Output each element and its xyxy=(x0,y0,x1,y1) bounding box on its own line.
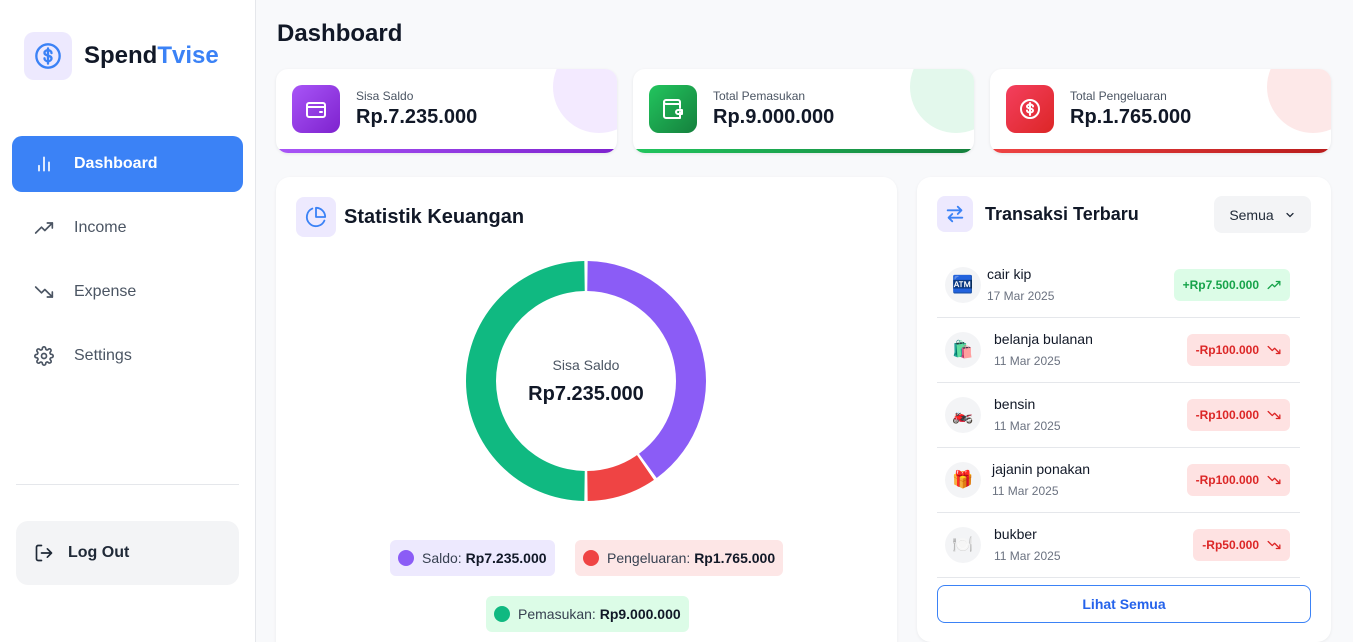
swap-arrows-icon xyxy=(937,196,973,232)
stats-panel: Statistik Keuangan Sisa Saldo Rp7.235.00… xyxy=(276,177,897,642)
expense-card: Total Pengeluaran Rp.1.765.000 xyxy=(990,69,1331,153)
legend-dot xyxy=(583,550,599,566)
donut-center: Sisa Saldo Rp7.235.000 xyxy=(466,261,706,501)
dollar-circle-icon xyxy=(24,32,72,80)
shopping-bag-icon: 🛍️ xyxy=(945,332,981,368)
transaction-amount: -Rp50.000 xyxy=(1193,529,1290,561)
transaction-row[interactable]: 🏍️ bensin 11 Mar 2025 -Rp100.000 xyxy=(937,383,1300,448)
transaction-amount: -Rp100.000 xyxy=(1186,334,1290,366)
transaction-row[interactable]: 🎁 jajanin ponakan 11 Mar 2025 -Rp100.000 xyxy=(937,448,1300,513)
transaction-name: belanja bulanan xyxy=(994,331,1093,347)
legend-text: Saldo: Rp7.235.000 xyxy=(422,550,547,566)
brand-name: SpendTvise xyxy=(84,42,219,69)
transaction-date: 11 Mar 2025 xyxy=(994,549,1061,563)
transactions-header: Transaksi Terbaru xyxy=(937,196,1139,232)
sidebar-item-label: Dashboard xyxy=(74,155,158,172)
bar-chart-icon xyxy=(38,156,50,172)
donut-center-value: Rp7.235.000 xyxy=(528,382,644,405)
pie-chart-icon xyxy=(296,197,336,237)
transaction-name: cair kip xyxy=(987,266,1032,282)
chevron-down-icon xyxy=(1286,212,1294,217)
income-card: Total Pemasukan Rp.9.000.000 xyxy=(633,69,974,153)
transaction-row[interactable]: 🍽️ bukber 11 Mar 2025 -Rp50.000 xyxy=(937,513,1300,578)
card-accent-bar xyxy=(276,149,617,153)
trending-down-icon xyxy=(1267,410,1281,420)
see-all-button[interactable]: Lihat Semua xyxy=(937,585,1311,623)
page-title: Dashboard xyxy=(277,20,403,47)
transaction-date: 11 Mar 2025 xyxy=(994,354,1061,368)
trending-down-icon xyxy=(34,286,54,298)
trending-down-icon xyxy=(1267,345,1281,355)
card-decoration xyxy=(1267,69,1331,133)
gear-icon xyxy=(34,346,54,366)
transaction-amount: +Rp7.500.000 xyxy=(1173,269,1290,301)
transaction-amount: -Rp100.000 xyxy=(1186,399,1290,431)
sidebar-divider xyxy=(16,484,239,485)
card-value: Rp.1.765.000 xyxy=(1070,106,1192,128)
motorcycle-icon: 🏍️ xyxy=(945,397,981,433)
transaction-name: jajanin ponakan xyxy=(992,461,1091,477)
donut-center-label: Sisa Saldo xyxy=(552,356,620,373)
legend-dot xyxy=(494,606,510,622)
trending-down-icon xyxy=(1267,540,1281,550)
card-accent-bar xyxy=(633,149,974,153)
transaction-name: bukber xyxy=(994,526,1037,542)
coin-icon xyxy=(1006,85,1054,133)
transaction-date: 17 Mar 2025 xyxy=(987,289,1055,303)
trending-up-icon xyxy=(1267,280,1281,290)
sidebar-item-dashboard[interactable]: Dashboard xyxy=(12,136,243,192)
sidebar-item-label: Income xyxy=(74,219,127,236)
card-decoration xyxy=(553,69,617,133)
legend-text: Pengeluaran: Rp1.765.000 xyxy=(607,550,776,566)
legend-pemasukan: Pemasukan: Rp9.000.000 xyxy=(486,596,689,632)
wallet-in-icon xyxy=(649,85,697,133)
trending-down-icon xyxy=(1267,475,1281,485)
transaction-row[interactable]: 🛍️ belanja bulanan 11 Mar 2025 -Rp100.00… xyxy=(937,318,1300,383)
sidebar-item-label: Settings xyxy=(74,347,132,364)
plate-icon: 🍽️ xyxy=(945,527,981,563)
legend-pengeluaran: Pengeluaran: Rp1.765.000 xyxy=(575,540,784,576)
transaction-name: bensin xyxy=(994,396,1036,412)
legend-dot xyxy=(398,550,414,566)
sidebar: SpendTvise Dashboard Income Expense Sett… xyxy=(0,0,256,642)
sidebar-item-income[interactable]: Income xyxy=(12,200,243,256)
atm-icon: 🏧 xyxy=(945,267,981,303)
logout-icon xyxy=(35,544,53,562)
sidebar-item-settings[interactable]: Settings xyxy=(12,328,243,384)
stats-header: Statistik Keuangan xyxy=(296,197,524,237)
transactions-panel: Transaksi Terbaru Semua 🏧 cair kip 17 Ma… xyxy=(917,177,1331,642)
sidebar-item-expense[interactable]: Expense xyxy=(12,264,243,320)
sidebar-item-label: Expense xyxy=(74,283,137,300)
legend-saldo: Saldo: Rp7.235.000 xyxy=(390,540,555,576)
card-value: Rp.9.000.000 xyxy=(713,106,835,128)
transaction-amount: -Rp100.000 xyxy=(1186,464,1290,496)
brand[interactable]: SpendTvise xyxy=(24,32,219,80)
card-label: Total Pengeluaran xyxy=(1070,89,1167,103)
sidebar-nav: Dashboard Income Expense Settings xyxy=(12,136,243,392)
card-value: Rp.7.235.000 xyxy=(356,106,478,128)
logout-label: Log Out xyxy=(68,544,130,561)
trending-up-icon xyxy=(34,222,54,234)
filter-value: Semua xyxy=(1229,206,1274,223)
card-label: Sisa Saldo xyxy=(356,89,414,103)
card-label: Total Pemasukan xyxy=(713,89,806,103)
balance-card: Sisa Saldo Rp.7.235.000 xyxy=(276,69,617,153)
card-decoration xyxy=(910,69,974,133)
transaction-row[interactable]: 🏧 cair kip 17 Mar 2025 +Rp7.500.000 xyxy=(937,253,1300,318)
legend-text: Pemasukan: Rp9.000.000 xyxy=(518,606,681,622)
transaction-date: 11 Mar 2025 xyxy=(994,419,1061,433)
logout-button[interactable]: Log Out xyxy=(16,521,239,585)
stats-title: Statistik Keuangan xyxy=(344,205,525,228)
transactions-title: Transaksi Terbaru xyxy=(985,203,1139,224)
transaction-date: 11 Mar 2025 xyxy=(992,484,1059,498)
filter-dropdown[interactable]: Semua xyxy=(1214,196,1311,233)
wallet-icon xyxy=(292,85,340,133)
gift-icon: 🎁 xyxy=(945,462,981,498)
card-accent-bar xyxy=(990,149,1331,153)
